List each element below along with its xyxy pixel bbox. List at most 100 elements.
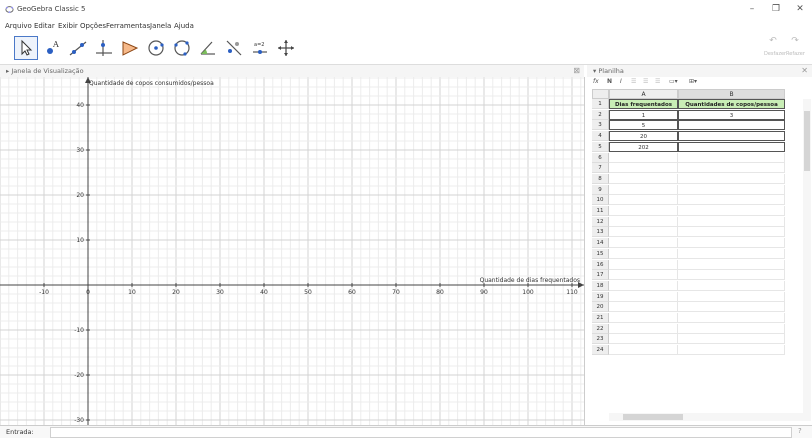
cell-b3[interactable] xyxy=(678,120,785,131)
cell-a4[interactable]: 20 xyxy=(609,131,678,142)
cell-b21[interactable] xyxy=(678,313,785,323)
align-right-icon[interactable]: ☰ xyxy=(655,78,660,85)
cell-a10[interactable] xyxy=(609,195,678,206)
close-button[interactable]: ✕ xyxy=(792,4,808,14)
cell-b15[interactable] xyxy=(678,248,785,259)
cell-a18[interactable] xyxy=(609,280,678,291)
help-icon[interactable]: ? xyxy=(798,427,802,435)
cell-a14[interactable] xyxy=(609,238,678,249)
cell-b16[interactable] xyxy=(678,259,785,270)
background-color-icon[interactable]: ▭▾ xyxy=(669,78,678,85)
cell-b23[interactable] xyxy=(678,334,785,345)
cell-a16[interactable] xyxy=(609,259,678,270)
cell-b20[interactable] xyxy=(678,302,785,313)
slider-tool-button[interactable]: a=2 xyxy=(248,36,272,60)
horizontal-scroll-thumb[interactable] xyxy=(623,414,683,420)
row-header[interactable]: 18 xyxy=(592,280,609,291)
row-header[interactable]: 14 xyxy=(592,238,609,249)
cell-a7[interactable] xyxy=(609,163,678,174)
cell-a22[interactable] xyxy=(609,323,678,334)
cell-b13[interactable] xyxy=(678,227,785,238)
circle-three-points-tool-button[interactable] xyxy=(170,36,194,60)
cell-b7[interactable] xyxy=(678,163,785,174)
align-center-icon[interactable]: ☰ xyxy=(643,78,648,85)
graphics-canvas[interactable]: Quantidade de copos consumidos/pessoa Qu… xyxy=(0,77,584,425)
cell-a5[interactable]: 202 xyxy=(609,141,678,152)
cell-b18[interactable] xyxy=(678,280,785,291)
row-header[interactable]: 13 xyxy=(592,227,609,238)
line-tool-button[interactable] xyxy=(66,36,90,60)
column-header-b[interactable]: B xyxy=(678,89,785,99)
move-tool-button[interactable] xyxy=(14,36,38,60)
cell-b1[interactable]: Quantidades de copos/pessoa xyxy=(678,99,785,109)
row-header[interactable]: 10 xyxy=(592,195,609,206)
cell-a2[interactable]: 1 xyxy=(609,109,678,120)
row-header[interactable]: 3 xyxy=(592,120,609,131)
perpendicular-line-tool-button[interactable] xyxy=(92,36,116,60)
cell-b17[interactable] xyxy=(678,270,785,281)
cell-b10[interactable] xyxy=(678,195,785,206)
cell-a15[interactable] xyxy=(609,248,678,259)
undo-icon[interactable]: ↶ xyxy=(764,36,782,46)
row-header[interactable]: 6 xyxy=(592,152,609,163)
border-icon[interactable]: ⊞▾ xyxy=(689,78,697,85)
row-header[interactable]: 21 xyxy=(592,313,609,323)
row-header[interactable]: 9 xyxy=(592,184,609,195)
menu-editar[interactable]: Editar xyxy=(34,22,55,30)
cell-b4[interactable] xyxy=(678,131,785,142)
minimize-button[interactable]: – xyxy=(744,4,760,14)
graphics-view[interactable]: Quantidade de copos consumidos/pessoa Qu… xyxy=(0,77,585,425)
row-header[interactable]: 23 xyxy=(592,334,609,345)
row-header[interactable]: 8 xyxy=(592,173,609,184)
row-header[interactable]: 24 xyxy=(592,345,609,356)
row-header[interactable]: 20 xyxy=(592,302,609,313)
vertical-scrollbar[interactable] xyxy=(803,99,811,421)
maximize-button[interactable]: ❐ xyxy=(768,4,784,14)
cell-b2[interactable]: 3 xyxy=(678,109,785,120)
vertical-scroll-thumb[interactable] xyxy=(804,111,810,171)
cell-b6[interactable] xyxy=(678,152,785,163)
cell-a24[interactable] xyxy=(609,345,678,356)
move-graphics-view-tool-button[interactable] xyxy=(274,36,298,60)
polygon-tool-button[interactable] xyxy=(118,36,142,60)
italic-button[interactable]: I xyxy=(620,78,622,85)
cell-a23[interactable] xyxy=(609,334,678,345)
cell-a3[interactable]: 5 xyxy=(609,120,678,131)
corner-cell[interactable] xyxy=(592,89,609,99)
spreadsheet-view[interactable]: fx N I ☰ ☰ ☰ ▭▾ ⊞▾ A B 1 2 3 4 5 6 7 8 9 10 11 12 13… xyxy=(587,77,812,425)
cell-a6[interactable] xyxy=(609,152,678,163)
cell-b24[interactable] xyxy=(678,345,785,356)
row-header[interactable]: 17 xyxy=(592,270,609,281)
cell-a1[interactable]: Dias frequentados xyxy=(609,99,678,109)
cell-b19[interactable] xyxy=(678,291,785,302)
cell-a17[interactable] xyxy=(609,270,678,281)
menu-ferramentas[interactable]: Ferramentas xyxy=(106,22,150,30)
cell-a19[interactable] xyxy=(609,291,678,302)
cell-a9[interactable] xyxy=(609,184,678,195)
menu-janela[interactable]: Janela xyxy=(150,22,171,30)
row-header[interactable]: 11 xyxy=(592,206,609,216)
cell-b5[interactable] xyxy=(678,141,785,152)
menu-opcoes[interactable]: Opções xyxy=(80,22,106,30)
menu-arquivo[interactable]: Arquivo xyxy=(5,22,32,30)
cell-a21[interactable] xyxy=(609,313,678,323)
cell-b8[interactable] xyxy=(678,173,785,184)
row-header[interactable]: 12 xyxy=(592,216,609,227)
cell-a13[interactable] xyxy=(609,227,678,238)
cell-b14[interactable] xyxy=(678,238,785,249)
row-header[interactable]: 7 xyxy=(592,163,609,174)
bold-button[interactable]: N xyxy=(607,78,612,85)
column-header-a[interactable]: A xyxy=(609,89,678,99)
cell-b11[interactable] xyxy=(678,206,785,216)
cell-a12[interactable] xyxy=(609,216,678,227)
row-header[interactable]: 1 xyxy=(592,99,609,109)
row-header[interactable]: 16 xyxy=(592,259,609,270)
menu-ajuda[interactable]: Ajuda xyxy=(174,22,194,30)
cell-b9[interactable] xyxy=(678,184,785,195)
row-header[interactable]: 15 xyxy=(592,248,609,259)
cell-a8[interactable] xyxy=(609,173,678,184)
cell-b22[interactable] xyxy=(678,323,785,334)
circle-tool-button[interactable] xyxy=(144,36,168,60)
menu-exibir[interactable]: Exibir xyxy=(58,22,78,30)
angle-tool-button[interactable] xyxy=(196,36,220,60)
